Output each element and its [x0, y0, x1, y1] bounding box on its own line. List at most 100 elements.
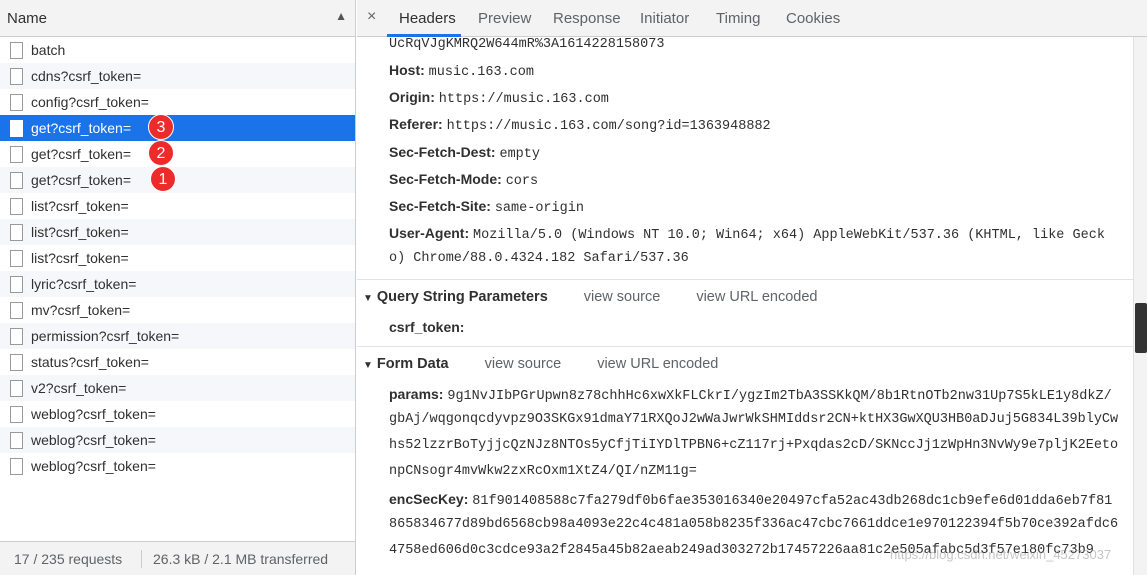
transferred-size: 26.3 kB / 2.1 MB transferred: [153, 551, 329, 567]
details-scrollbar[interactable]: [1133, 37, 1147, 575]
form-data-section-header[interactable]: ▼ Form Data view source view URL encoded: [363, 356, 718, 372]
request-row[interactable]: config?csrf_token=: [0, 89, 355, 115]
document-icon: [10, 198, 23, 215]
header-host: Host: music.163.com: [389, 62, 534, 80]
request-name: cdns?csrf_token=: [31, 68, 142, 84]
query-string-title: Query String Parameters: [376, 289, 548, 305]
status-divider: [141, 550, 142, 568]
query-view-url-encoded-link[interactable]: view URL encoded: [696, 289, 817, 305]
document-icon: [10, 276, 23, 293]
header-value: cors: [505, 174, 539, 189]
request-list-panel: Name ▲ batch cdns?csrf_token= config?csrf_…: [0, 0, 356, 575]
form-param-params: params: 9g1NvJIbPGrUpwn8z78chhHc6xwXkFLC…: [389, 386, 1112, 404]
header-referer: Referer: https://music.163.com/song?id=1…: [389, 116, 771, 134]
form-data-title: Form Data: [376, 356, 449, 372]
form-view-url-encoded-link[interactable]: view URL encoded: [597, 356, 718, 372]
param-value-line: 865834677d89bd6568cb98a4093e22c4c481a058…: [389, 517, 1119, 532]
request-row[interactable]: list?csrf_token=: [0, 219, 355, 245]
request-name: lyric?csrf_token=: [31, 276, 137, 292]
cookie-value-tail: UcRqVJgKMRQ2W644mR%3A1614228158073: [389, 37, 665, 52]
request-name: permission?csrf_token=: [31, 328, 180, 344]
header-key: Sec-Fetch-Mode:: [389, 171, 502, 187]
request-row[interactable]: list?csrf_token=: [0, 193, 355, 219]
document-icon: [10, 302, 23, 319]
header-sec-fetch-site: Sec-Fetch-Site: same-origin: [389, 198, 584, 216]
header-key: User-Agent:: [389, 225, 470, 241]
tab-response[interactable]: Response: [553, 10, 621, 27]
collapse-triangle-icon[interactable]: ▼: [363, 293, 373, 304]
document-icon: [10, 354, 23, 371]
document-icon: [10, 432, 23, 449]
scrollbar-thumb[interactable]: [1135, 303, 1147, 353]
header-sec-fetch-mode: Sec-Fetch-Mode: cors: [389, 171, 538, 189]
tab-initiator[interactable]: Initiator: [640, 10, 689, 27]
query-param-csrf-token: csrf_token:: [389, 319, 464, 335]
document-icon: [10, 42, 23, 59]
tab-preview[interactable]: Preview: [478, 10, 531, 27]
param-value-line: gbAj/wqgonqcdyvpz9O3SKGx91dmaY71RXQoJ2wW…: [389, 412, 1119, 427]
query-view-source-link[interactable]: view source: [584, 289, 661, 305]
request-name: get?csrf_token=: [31, 172, 132, 188]
query-string-section-header[interactable]: ▼ Query String Parameters view source view …: [363, 289, 818, 305]
param-key: csrf_token:: [389, 319, 465, 335]
request-name: config?csrf_token=: [31, 94, 149, 110]
collapse-triangle-icon[interactable]: ▼: [363, 360, 373, 371]
request-name: list?csrf_token=: [31, 198, 129, 214]
request-row[interactable]: permission?csrf_token=: [0, 323, 355, 349]
document-icon: [10, 146, 23, 163]
param-key: encSecKey:: [389, 491, 469, 507]
document-icon: [10, 328, 23, 345]
annotation-badge: 1: [150, 166, 176, 192]
details-tab-bar: × Headers Preview Response Initiator Tim…: [357, 0, 1147, 37]
name-column-header[interactable]: Name ▲: [0, 0, 355, 37]
request-row[interactable]: get?csrf_token= 3: [0, 114, 355, 141]
request-name: status?csrf_token=: [31, 354, 149, 370]
annotation-badge: 3: [148, 114, 174, 140]
request-row[interactable]: weblog?csrf_token=: [0, 427, 355, 453]
request-row[interactable]: status?csrf_token=: [0, 349, 355, 375]
request-row[interactable]: v2?csrf_token=: [0, 375, 355, 401]
request-row[interactable]: get?csrf_token= 1: [0, 166, 355, 193]
request-name: get?csrf_token=: [31, 120, 132, 136]
request-row[interactable]: weblog?csrf_token=: [0, 401, 355, 427]
document-icon: [10, 120, 23, 137]
section-divider: [357, 279, 1133, 280]
header-value: music.163.com: [428, 65, 534, 80]
tab-timing[interactable]: Timing: [716, 10, 760, 27]
tab-headers[interactable]: Headers: [399, 10, 456, 27]
header-key: Host:: [389, 62, 425, 78]
document-icon: [10, 406, 23, 423]
section-divider: [357, 346, 1133, 347]
form-param-encseckey: encSecKey: 81f901408588c7fa279df0b6fae35…: [389, 491, 1112, 509]
header-key: Sec-Fetch-Site:: [389, 198, 491, 214]
request-rows: batch cdns?csrf_token= config?csrf_token=g…: [0, 37, 355, 479]
request-row[interactable]: cdns?csrf_token=: [0, 63, 355, 89]
header-sec-fetch-dest: Sec-Fetch-Dest: empty: [389, 144, 540, 162]
header-user-agent: User-Agent: Mozilla/5.0 (Windows NT 10.0…: [389, 225, 1105, 243]
header-value: Mozilla/5.0 (Windows NT 10.0; Win64; x64…: [473, 228, 1105, 243]
close-icon[interactable]: ×: [367, 8, 376, 26]
param-value-line: hs52lzzrBoTyjjcQzNJz8NTOs5yCfjTiIYDlTPBN…: [389, 438, 1119, 453]
header-value: same-origin: [494, 201, 584, 216]
request-row[interactable]: batch: [0, 37, 355, 63]
request-row[interactable]: get?csrf_token= 2: [0, 140, 355, 167]
request-details-panel: × Headers Preview Response Initiator Tim…: [357, 0, 1147, 575]
tab-cookies[interactable]: Cookies: [786, 10, 840, 27]
sort-ascending-icon[interactable]: ▲: [335, 9, 347, 23]
form-view-source-link[interactable]: view source: [485, 356, 562, 372]
request-name: weblog?csrf_token=: [31, 458, 156, 474]
header-key: Sec-Fetch-Dest:: [389, 144, 496, 160]
request-row[interactable]: mv?csrf_token=: [0, 297, 355, 323]
param-value: 81f901408588c7fa279df0b6fae353016340e204…: [472, 494, 1113, 509]
param-value-line: npCNsogr4mvWkw2zxRcOxm1XtZ4/QI/nZM11g=: [389, 464, 697, 479]
param-value: 9g1NvJIbPGrUpwn8z78chhHc6xwXkFLCkrI/ygzI…: [447, 389, 1112, 404]
document-icon: [10, 172, 23, 189]
request-name: batch: [31, 42, 66, 58]
network-status-bar: 17 / 235 requests 26.3 kB / 2.1 MB trans…: [0, 541, 355, 575]
request-row[interactable]: weblog?csrf_token=: [0, 453, 355, 479]
request-name: v2?csrf_token=: [31, 380, 127, 396]
request-count: 17 / 235 requests: [14, 551, 123, 567]
request-row[interactable]: lyric?csrf_token=: [0, 271, 355, 297]
request-row[interactable]: list?csrf_token=: [0, 245, 355, 271]
request-name: weblog?csrf_token=: [31, 432, 156, 448]
